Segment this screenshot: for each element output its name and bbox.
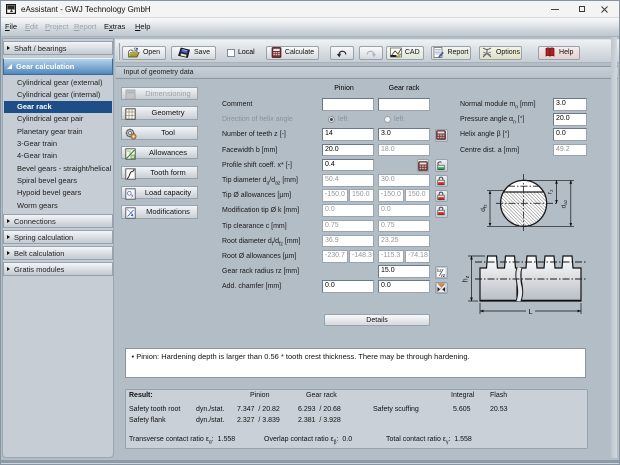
- svg-text:rz: rz: [547, 189, 555, 194]
- svg-text:L: L: [528, 307, 532, 316]
- svg-text:hz: hz: [463, 275, 472, 282]
- svg-text:dfz: dfz: [480, 204, 488, 212]
- svg-text:daz: daz: [561, 199, 569, 208]
